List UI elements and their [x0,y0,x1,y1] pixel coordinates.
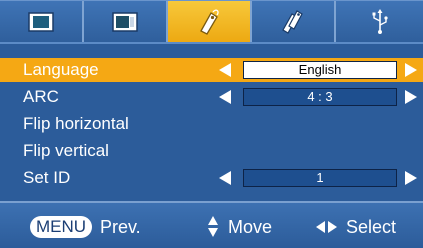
menu-item-arc[interactable]: ARC 4 : 3 [0,85,423,109]
tab-special[interactable] [168,1,252,42]
menu-button[interactable]: MENU [30,216,93,238]
tab-screen[interactable] [84,1,168,42]
arc-value: 4 : 3 [243,88,397,106]
menu-item-label: ARC [23,87,59,106]
right-arrow-icon[interactable] [405,90,417,104]
set-id-value: 1 [243,169,397,187]
left-arrow-icon[interactable] [219,63,231,77]
menu-item-flip-horizontal[interactable]: Flip horizontal [0,112,423,136]
osd-menu: Language English ARC 4 : 3 Flip horizont… [0,0,423,248]
menu-item-language[interactable]: Language English [0,58,423,82]
right-arrow-icon[interactable] [405,63,417,77]
usb-icon [369,8,391,35]
footer-help-bar: MENU Prev. Move Select [0,201,423,248]
menu-item-set-id[interactable]: Set ID 1 [0,166,423,190]
up-down-arrows-icon [208,215,218,239]
left-right-arrows-icon [316,221,338,233]
tab-usb[interactable] [336,1,423,42]
language-value: English [243,61,397,79]
left-arrow-icon[interactable] [219,171,231,185]
menu-item-label: Flip vertical [23,141,109,160]
menu-item-flip-vertical[interactable]: Flip vertical [0,139,423,163]
menu-item-label: Set ID [23,168,71,187]
tab-picture[interactable] [0,1,84,42]
picture-icon [28,11,54,32]
menu-item-label: Flip horizontal [23,114,129,133]
tab-option[interactable] [252,1,336,42]
menu-panel: Language English ARC 4 : 3 Flip horizont… [0,42,423,201]
screen-icon [112,11,138,32]
prev-label: Prev. [100,217,141,237]
move-label: Move [228,217,273,237]
left-arrow-icon[interactable] [219,90,231,104]
option-tags-icon [280,8,306,36]
menu-item-label: Language [23,60,99,79]
select-label: Select [346,217,397,237]
special-tag-icon [197,8,221,35]
right-arrow-icon[interactable] [405,171,417,185]
tab-bar [0,0,423,42]
